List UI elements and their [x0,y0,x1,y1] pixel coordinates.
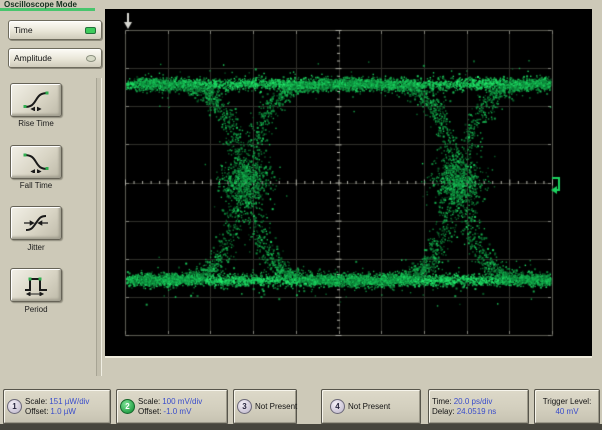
ch3-status: Not Present [255,402,297,411]
channel-1-badge: 1 [7,399,22,414]
fall-time-icon [22,151,50,173]
scope-canvas [105,9,592,356]
ch1-offset-label: Offset: [25,407,48,417]
delay-label: Delay: [432,407,455,417]
mode-dropdown-value: Time [14,25,33,35]
ch2-offset-value: -1.0 mV [163,407,191,417]
amplitude-dropdown[interactable]: Amplitude [8,48,102,68]
ch2-offset-label: Offset: [138,407,161,417]
rise-time-label: Rise Time [0,119,72,128]
channel-2-button[interactable]: 2 Scale:100 mV/div Offset:-1.0 mV [116,389,228,424]
amplitude-led-off-icon [86,55,96,62]
fall-time-label: Fall Time [0,181,72,190]
sidebar: Oscilloscope Mode Time Amplitude Rise Ti… [0,0,104,388]
ch4-status: Not Present [348,402,390,411]
mode-led-on-icon [85,27,96,34]
ch1-scale-value: 151 µW/div [49,397,89,407]
channel-4-badge: 4 [330,399,345,414]
rise-time-button[interactable] [10,83,62,117]
period-icon [22,274,50,296]
period-label: Period [0,305,72,314]
time-label: Time: [432,397,452,407]
channel-1-button[interactable]: 1 Scale:151 µW/div Offset:1.0 µW [3,389,111,424]
jitter-label: Jitter [0,243,72,252]
mode-dropdown[interactable]: Time [8,20,102,40]
delay-value: 24.0519 ns [457,407,497,417]
ch2-scale-value: 100 mV/div [162,397,202,407]
bottom-edge [0,424,602,430]
ch1-scale-label: Scale: [25,397,47,407]
channel-2-badge: 2 [120,399,135,414]
channel-4-button[interactable]: 4 Not Present [321,389,421,424]
fall-time-button[interactable] [10,145,62,179]
time-value: 20.0 ps/div [454,397,493,407]
jitter-button[interactable] [10,206,62,240]
timebase-button[interactable]: Time:20.0 ps/div Delay:24.0519 ns [428,389,529,424]
rise-time-icon [22,89,50,111]
jitter-icon [22,212,50,234]
sidebar-groove [96,78,102,376]
channel-3-badge: 3 [237,399,252,414]
ch2-scale-label: Scale: [138,397,160,407]
page-title: Oscilloscope Mode [4,0,100,9]
trigger-label: Trigger Level: [543,397,592,407]
period-button[interactable] [10,268,62,302]
trigger-level-button[interactable]: Trigger Level: 40 mV [534,389,600,424]
trigger-value: 40 mV [555,407,578,417]
oscilloscope-app: Oscilloscope Mode Time Amplitude Rise Ti… [0,0,602,430]
channel-3-button[interactable]: 3 Not Present [233,389,297,424]
ch1-offset-value: 1.0 µW [50,407,76,417]
scope-screen [105,9,592,358]
amplitude-dropdown-value: Amplitude [14,53,52,63]
